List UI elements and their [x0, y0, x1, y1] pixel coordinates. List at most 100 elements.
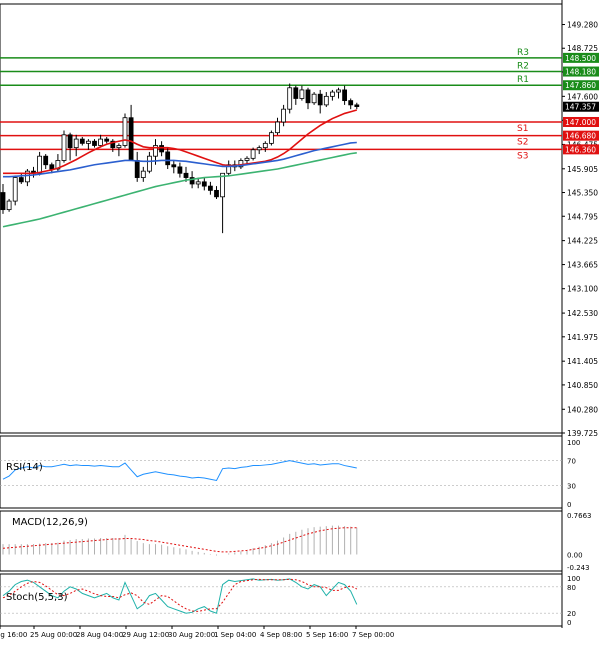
rsi-tick-label: 100	[567, 439, 580, 447]
candle-body	[6, 200, 12, 211]
candle-body	[18, 177, 24, 183]
rsi-label: RSI(14)	[6, 462, 43, 473]
price-tick-label: 144.795	[567, 212, 598, 221]
candle-body	[183, 172, 189, 178]
level-price-tag: 146.680	[565, 132, 596, 141]
level-price-tag: 147.860	[565, 81, 596, 90]
stoch-tick-label: 100	[567, 575, 580, 583]
level-price-tag: 146.360	[565, 145, 596, 154]
price-tick-label: 144.225	[567, 237, 598, 246]
candle-body	[0, 192, 6, 211]
candle-body	[146, 155, 152, 172]
price-tick-label: 148.725	[567, 44, 598, 53]
candle-body	[214, 189, 219, 198]
price-panel-frame	[0, 3, 563, 434]
time-tick-label: 7 Sep 00:00	[352, 631, 394, 639]
candle-body	[122, 117, 128, 146]
candle-body	[287, 87, 293, 110]
level-name-s1: S1	[517, 124, 528, 134]
price-tick-label: 145.905	[567, 165, 598, 174]
candle-body	[207, 185, 213, 191]
price-tick-label: 143.100	[567, 285, 598, 294]
time-tick-label: 29 Aug 12:00	[122, 631, 169, 639]
rsi-tick-label: 70	[567, 458, 576, 466]
candle-body	[244, 157, 250, 161]
candle-body	[134, 160, 140, 178]
candle-body	[250, 149, 256, 159]
candle-body	[128, 117, 134, 161]
candle-body	[43, 155, 49, 166]
stoch-tick-label: 20	[567, 610, 576, 618]
candle-body	[67, 134, 73, 149]
time-tick-label: 4 Sep 08:00	[260, 631, 302, 639]
price-tick-label: 142.530	[567, 309, 598, 318]
stoch-tick-label: 0	[567, 619, 571, 627]
level-price-tag: 148.500	[565, 54, 596, 63]
candle-body	[311, 93, 317, 104]
candle-body	[195, 181, 201, 185]
macd-tick-label: 0.7663	[567, 512, 592, 520]
rsi-panel-frame	[0, 435, 563, 509]
macd-label: MACD(12,26,9)	[12, 517, 88, 528]
stoch-panel-frame	[0, 573, 563, 627]
macd-tick-label: -0.243	[567, 564, 590, 572]
candle-body	[165, 151, 171, 166]
level-name-r3: R3	[517, 48, 529, 58]
candle-body	[12, 177, 18, 202]
candle-body	[177, 166, 183, 174]
stoch-tick-label: 80	[567, 584, 576, 592]
chart-window: 149.280148.725148.170147.600147.040146.4…	[0, 0, 600, 644]
price-tick-label: 147.600	[567, 92, 598, 101]
candle-body	[116, 145, 122, 149]
time-tick-label: 28 Aug 04:00	[76, 631, 123, 639]
candle-body	[61, 134, 67, 161]
current-price-tag: 147.357	[565, 103, 596, 112]
level-price-tag: 148.180	[565, 68, 596, 77]
candle-body	[323, 95, 329, 106]
candle-body	[329, 91, 335, 97]
candle-body	[201, 181, 207, 187]
price-tick-label: 145.350	[567, 189, 598, 198]
candle-body	[140, 170, 146, 178]
time-tick-label: 5 Sep 16:00	[306, 631, 348, 639]
price-tick-label: 140.280	[567, 405, 598, 414]
candle-body	[262, 142, 268, 149]
candle-body	[293, 87, 299, 99]
candle-body	[79, 138, 85, 144]
time-tick-label: 25 Aug 00:00	[30, 631, 77, 639]
chart-canvas: 149.280148.725148.170147.600147.040146.4…	[0, 0, 599, 639]
level-name-r2: R2	[517, 62, 529, 72]
level-price-tag: 147.000	[565, 118, 596, 127]
time-tick-label: 1 Sep 04:00	[214, 631, 256, 639]
rsi-tick-label: 0	[567, 501, 571, 509]
price-tick-label: 141.975	[567, 333, 598, 342]
candle-body	[73, 138, 79, 149]
macd-tick-label: 0.00	[567, 551, 583, 559]
candle-body	[171, 164, 177, 168]
stoch-label: Stoch(5,5,3)	[6, 592, 68, 603]
candle-body	[348, 100, 354, 106]
candle-body	[159, 145, 165, 153]
candle-body	[104, 138, 110, 142]
price-tick-label: 143.665	[567, 261, 598, 270]
level-name-s2: S2	[517, 138, 528, 148]
candle-body	[342, 89, 348, 102]
candle-body	[268, 132, 274, 144]
price-tick-label: 140.850	[567, 381, 598, 390]
candle-body	[92, 140, 97, 146]
time-tick-label: 30 Aug 20:00	[168, 631, 215, 639]
level-name-r1: R1	[517, 75, 529, 85]
candle-body	[354, 104, 360, 108]
time-tick-label: ug 16:00	[0, 631, 27, 639]
candle-body	[98, 138, 103, 146]
candle-body	[336, 89, 341, 93]
level-name-s3: S3	[517, 151, 528, 161]
price-tick-label: 139.725	[567, 429, 598, 438]
price-tick-label: 141.405	[567, 357, 598, 366]
candle-body	[275, 121, 280, 134]
candle-body	[305, 89, 311, 104]
candle-body	[256, 147, 262, 151]
candle-body	[49, 164, 55, 170]
candle-body	[317, 93, 323, 106]
candle-body	[86, 140, 91, 144]
